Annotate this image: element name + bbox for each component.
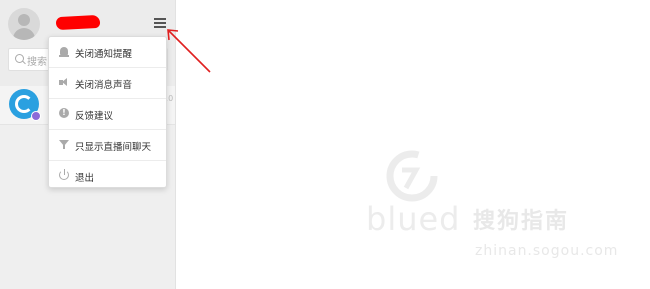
power-icon (59, 169, 70, 181)
menu-item-label: 退出 (75, 173, 95, 184)
filter-icon (59, 139, 70, 150)
search-icon (15, 54, 24, 63)
menu-item-logout[interactable]: 退出 (49, 161, 166, 191)
menu-item-mute-sound[interactable]: 关闭消息声音 (49, 68, 166, 99)
feedback-icon: ! (59, 108, 70, 119)
menu-item-label: 关闭消息声音 (75, 80, 133, 91)
menu-item-live-chat-only[interactable]: 只显示直播间聊天 (49, 130, 166, 161)
avatar-body-shape (13, 28, 35, 40)
speaker-icon (59, 77, 70, 88)
annotation-arrow (167, 29, 211, 73)
blued-logo-icon (15, 95, 33, 113)
username-redaction (55, 14, 101, 31)
bell-icon (59, 46, 70, 57)
watermark-url: zhinan.sogou.com (475, 243, 619, 259)
avatar-head-shape (18, 14, 30, 26)
search-placeholder: 搜索 (27, 57, 47, 68)
user-avatar[interactable] (8, 8, 40, 40)
menu-item-label: 只显示直播间聊天 (75, 142, 152, 153)
watermark-text: 搜狗指南 (473, 209, 570, 234)
menu-item-mute-notifications[interactable]: 关闭通知提醒 (49, 37, 166, 68)
conversation-avatar (9, 89, 41, 121)
menu-item-feedback[interactable]: ! 反馈建议 (49, 99, 166, 130)
blued-logo-icon (386, 150, 438, 202)
menu-item-label: 反馈建议 (75, 111, 114, 122)
verified-badge-icon (31, 111, 41, 121)
brand-wordmark: blued (366, 200, 461, 238)
settings-dropdown-menu: 关闭通知提醒 关闭消息声音 ! 反馈建议 只显示直播间聊天 退出 (48, 36, 167, 188)
menu-item-label: 关闭通知提醒 (75, 49, 133, 60)
